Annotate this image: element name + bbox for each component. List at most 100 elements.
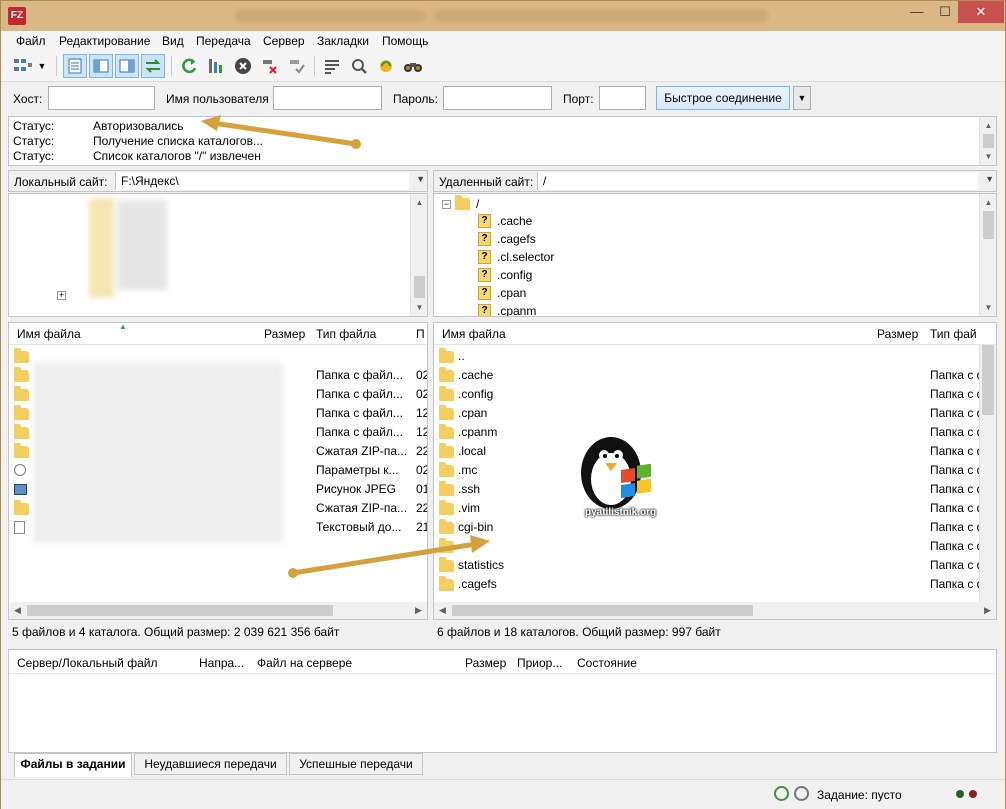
scroll-thumb[interactable]	[27, 605, 333, 616]
password-input[interactable]	[443, 86, 552, 110]
local-list-hscrollbar[interactable]: ◀ ▶	[9, 602, 427, 619]
quickconnect-dropdown-icon[interactable]: ▼	[793, 86, 811, 110]
remote-directory-tree[interactable]: − / ? .cache ? .cagefs ? .cl.selector ? .con…	[433, 193, 997, 317]
cancel-operation-icon[interactable]	[231, 54, 255, 78]
search-files-icon[interactable]	[401, 54, 425, 78]
scroll-right-icon[interactable]: ▶	[979, 602, 996, 619]
menu-server[interactable]: Сервер	[263, 34, 305, 48]
column-filename[interactable]: Имя файла	[442, 327, 506, 341]
minimize-button[interactable]: —	[903, 1, 931, 23]
scroll-up-icon[interactable]: ▲	[980, 194, 996, 211]
scroll-thumb[interactable]	[983, 211, 994, 239]
column-priority[interactable]: Приор...	[517, 656, 562, 670]
column-state[interactable]: Состояние	[577, 656, 637, 670]
toggle-remote-tree-icon[interactable]	[115, 54, 139, 78]
menu-edit[interactable]: Редактирование	[59, 34, 150, 48]
log-scrollbar[interactable]: ▲ ▼	[979, 117, 996, 165]
remote-list-hscrollbar[interactable]: ◀ ▶	[434, 602, 996, 619]
list-item[interactable]: .cagefs Папка с ф	[434, 575, 987, 594]
host-input[interactable]	[48, 86, 155, 110]
close-button[interactable]: ✕	[958, 1, 1004, 23]
tab-successful-transfers[interactable]: Успешные передачи	[289, 753, 423, 775]
site-manager-icon[interactable]	[11, 54, 35, 78]
collapse-icon[interactable]: −	[442, 199, 451, 209]
reconnect-icon[interactable]	[285, 54, 309, 78]
transfer-queue[interactable]: Сервер/Локальный файл Напра... Файл на с…	[8, 649, 997, 753]
list-item[interactable]: Папка с файл... 12	[9, 404, 427, 423]
scroll-up-icon[interactable]: ▲	[980, 117, 996, 134]
column-size[interactable]: Размер	[465, 656, 506, 670]
compare-directories-icon[interactable]	[347, 54, 371, 78]
list-item[interactable]: .ssh Папка с ф	[434, 480, 987, 499]
column-filetype[interactable]: Тип фай	[930, 327, 977, 341]
list-item[interactable]: cgi-bin Папка с ф	[434, 518, 987, 537]
scroll-thumb[interactable]	[982, 345, 994, 415]
column-direction[interactable]: Напра...	[199, 656, 244, 670]
tree-item[interactable]: ? .cache	[478, 212, 532, 230]
local-tree-scrollbar[interactable]: ▲ ▼	[410, 194, 427, 316]
tree-item[interactable]: ? .cagefs	[478, 230, 536, 248]
list-item[interactable]: .local Папка с ф	[434, 442, 987, 461]
list-item[interactable]: Рисунок JPEG 01	[9, 480, 427, 499]
scroll-down-icon[interactable]: ▼	[980, 299, 996, 316]
scroll-right-icon[interactable]: ▶	[410, 602, 427, 619]
list-item[interactable]	[9, 347, 410, 366]
list-item[interactable]: statistics Папка с ф	[434, 556, 987, 575]
column-size[interactable]: Размер	[877, 327, 918, 341]
port-input[interactable]	[599, 86, 646, 110]
disconnect-icon[interactable]	[258, 54, 282, 78]
column-modified[interactable]: П	[416, 327, 425, 341]
list-item[interactable]: Папка с ф	[434, 537, 987, 556]
scroll-down-icon[interactable]: ▼	[411, 299, 427, 316]
scroll-left-icon[interactable]: ◀	[434, 602, 451, 619]
remote-file-list[interactable]: Имя файла Размер Тип фай .. .cache Папка …	[433, 322, 997, 620]
menu-view[interactable]: Вид	[162, 34, 184, 48]
toggle-log-icon[interactable]	[63, 54, 87, 78]
list-item[interactable]: Сжатая ZIP-па... 22	[9, 442, 427, 461]
menu-bookmarks[interactable]: Закладки	[317, 34, 369, 48]
scroll-thumb[interactable]	[983, 134, 994, 148]
toggle-queue-icon[interactable]	[141, 54, 165, 78]
list-item[interactable]: Текстовый до... 21	[9, 518, 427, 537]
list-item[interactable]: .vim Папка с ф	[434, 499, 987, 518]
scroll-up-icon[interactable]: ▲	[411, 194, 427, 211]
scroll-thumb[interactable]	[452, 605, 753, 616]
sync-browsing-icon[interactable]	[374, 54, 398, 78]
list-item[interactable]: Папка с файл... 02	[9, 385, 427, 404]
list-item[interactable]: Папка с файл... 02	[9, 366, 427, 385]
expand-icon[interactable]: +	[57, 291, 66, 300]
list-item[interactable]: Параметры к... 02	[9, 461, 427, 480]
scroll-down-icon[interactable]: ▼	[980, 148, 996, 165]
tab-failed-transfers[interactable]: Неудавшиеся передачи	[134, 753, 287, 775]
refresh-icon[interactable]	[177, 54, 201, 78]
tree-item[interactable]: ? .cl.selector	[478, 248, 554, 266]
process-queue-icon[interactable]	[204, 54, 228, 78]
list-item[interactable]: Сжатая ZIP-па... 22	[9, 499, 427, 518]
local-directory-tree[interactable]: + ▲ ▼	[8, 193, 428, 317]
tree-item[interactable]: ? .config	[478, 266, 532, 284]
menu-transfer[interactable]: Передача	[196, 34, 251, 48]
list-item[interactable]: Папка с файл... 12	[9, 423, 427, 442]
chevron-down-icon[interactable]: ▼	[985, 174, 994, 184]
site-manager-dropdown-icon[interactable]: ▼	[35, 54, 49, 78]
column-filetype[interactable]: Тип файла	[316, 327, 376, 341]
local-file-list[interactable]: Имя файла ▲ Размер Тип файла П Папка с ф…	[8, 322, 428, 620]
column-remote-file[interactable]: Файл на сервере	[257, 656, 352, 670]
chevron-down-icon[interactable]: ▼	[416, 174, 425, 184]
tree-item[interactable]: ? .cpanm	[478, 302, 536, 316]
toggle-local-tree-icon[interactable]	[89, 54, 113, 78]
list-item[interactable]: .cache Папка с ф	[434, 366, 987, 385]
tree-item[interactable]: ? .cpan	[478, 284, 526, 302]
menu-file[interactable]: Файл	[16, 34, 46, 48]
remote-site-path[interactable]: /	[537, 172, 978, 190]
column-size[interactable]: Размер	[264, 327, 305, 341]
menu-help[interactable]: Помощь	[382, 34, 428, 48]
speed-limit-icon[interactable]	[794, 786, 809, 801]
tab-queued-files[interactable]: Файлы в задании	[14, 753, 132, 777]
tree-root[interactable]: − /	[442, 195, 479, 213]
list-item[interactable]: .cpan Папка с ф	[434, 404, 987, 423]
remote-list-scrollbar[interactable]	[979, 345, 996, 602]
directory-filter-icon[interactable]	[320, 54, 344, 78]
list-item[interactable]: .config Папка с ф	[434, 385, 987, 404]
remote-tree-scrollbar[interactable]: ▲ ▼	[979, 194, 996, 316]
